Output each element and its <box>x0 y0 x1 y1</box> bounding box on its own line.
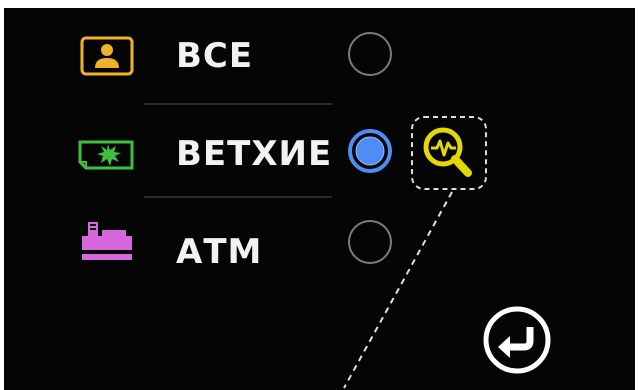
menu-item-all-label: ВСЕ <box>176 36 254 76</box>
magnifier-waveform-icon <box>423 127 472 177</box>
damaged-banknote-icon <box>74 128 138 176</box>
dashed-guide-line <box>334 190 464 390</box>
menu-item-worn-label: ВЕТХИЕ <box>176 134 333 174</box>
person-card-icon <box>74 32 138 80</box>
menu-item-all[interactable]: ВСЕ <box>4 8 424 102</box>
radio-worn-selected[interactable] <box>347 128 393 174</box>
back-button[interactable] <box>482 305 552 375</box>
menu-item-atm-label: АТМ <box>176 232 263 272</box>
menu-item-worn[interactable]: ВЕТХИЕ <box>4 104 424 198</box>
radio-all[interactable] <box>347 31 393 77</box>
screen: ВСЕ ВЕТХИЕ АТМ <box>4 8 635 390</box>
inspect-button[interactable] <box>410 115 488 191</box>
return-arrow-icon <box>483 306 551 374</box>
cash-register-icon <box>74 218 138 266</box>
